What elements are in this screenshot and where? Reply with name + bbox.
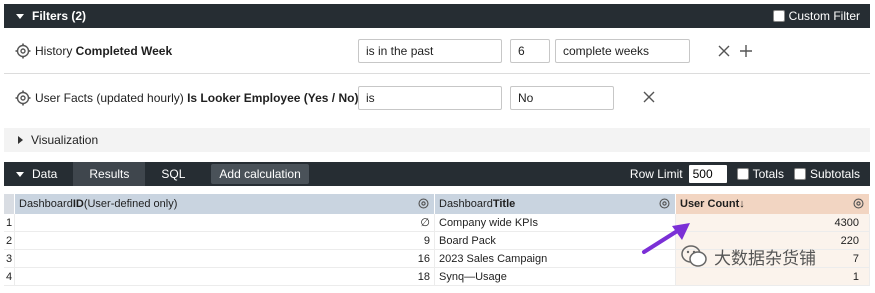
subtotals-toggle[interactable]: Subtotals <box>793 167 860 181</box>
close-icon[interactable] <box>717 44 731 58</box>
gear-icon[interactable] <box>417 197 430 210</box>
filters-header[interactable]: Filters (2) Custom Filter <box>4 4 870 28</box>
column-header-dashboard-title[interactable]: Dashboard Title <box>435 194 676 214</box>
row-limit-input[interactable]: 500 <box>688 165 727 183</box>
gear-icon[interactable] <box>15 90 31 106</box>
row-index: 4 <box>4 268 15 286</box>
data-title[interactable]: Data <box>32 167 57 181</box>
subtotals-label: Subtotals <box>809 167 860 181</box>
unit-select[interactable]: complete weeks <box>555 38 690 63</box>
custom-filter-checkbox[interactable] <box>772 10 785 22</box>
row-index: 3 <box>4 250 15 268</box>
gear-icon[interactable] <box>658 197 671 210</box>
table-row: 1 ∅ Company wide KPIs 4300 <box>4 214 870 232</box>
close-icon[interactable] <box>642 90 656 104</box>
value-input[interactable]: 6 <box>510 38 550 63</box>
operator-select[interactable]: is <box>358 85 502 110</box>
value-select[interactable]: No <box>510 85 614 110</box>
chat-bubble-icon <box>681 245 707 267</box>
filter-row-completed-week: History Completed Week is in the past 6 … <box>4 28 870 74</box>
cell-dashboard-id[interactable]: ∅ <box>15 214 435 232</box>
column-header-dashboard-id[interactable]: Dashboard ID (User-defined only) <box>15 194 435 214</box>
filter-label: History Completed Week <box>35 43 173 58</box>
subtotals-checkbox[interactable] <box>793 168 806 180</box>
operator-select[interactable]: is in the past <box>358 38 502 63</box>
visualization-label: Visualization <box>31 133 99 147</box>
watermark-text: 大数据杂货铺 <box>714 248 816 268</box>
row-limit-group: Row Limit 500 <box>630 165 727 183</box>
tab-results[interactable]: Results <box>73 162 146 186</box>
data-header: Data Results SQL Add calculation Row Lim… <box>4 162 870 186</box>
results-table: Dashboard ID (User-defined only) Dashboa… <box>4 194 870 286</box>
caret-right-icon[interactable] <box>18 136 23 144</box>
add-calculation-button[interactable]: Add calculation <box>211 164 309 184</box>
watermark: 大数据杂货铺 <box>680 243 816 269</box>
table-header: Dashboard ID (User-defined only) Dashboa… <box>4 194 870 214</box>
row-index: 1 <box>4 214 15 232</box>
row-index: 2 <box>4 232 15 250</box>
plus-icon[interactable] <box>739 44 753 58</box>
gear-icon[interactable] <box>15 43 31 59</box>
custom-filter-label: Custom Filter <box>788 9 860 23</box>
gear-icon[interactable] <box>852 197 865 210</box>
cell-dashboard-id[interactable]: 18 <box>15 268 435 286</box>
tab-sql[interactable]: SQL <box>145 162 201 186</box>
row-index-header <box>4 194 15 214</box>
column-header-user-count[interactable]: User Count ↓ <box>676 194 870 214</box>
totals-toggle[interactable]: Totals <box>736 167 784 181</box>
visualization-header[interactable]: Visualization <box>4 128 870 152</box>
totals-label: Totals <box>752 167 784 181</box>
caret-down-icon[interactable] <box>16 171 24 177</box>
cell-user-count[interactable]: 1 <box>676 268 870 286</box>
filter-label: User Facts (updated hourly) Is Looker Em… <box>35 90 359 105</box>
table-row: 4 18 Synq—Usage 1 <box>4 268 870 286</box>
filters-title: Filters (2) <box>32 9 87 23</box>
row-limit-label: Row Limit <box>629 167 683 181</box>
totals-checkbox[interactable] <box>736 168 749 180</box>
cell-user-count[interactable]: 4300 <box>676 214 870 232</box>
cell-dashboard-id[interactable]: 16 <box>15 250 435 268</box>
cell-dashboard-title[interactable]: Synq—Usage <box>435 268 676 286</box>
custom-filter-toggle[interactable]: Custom Filter <box>772 9 860 23</box>
cell-dashboard-id[interactable]: 9 <box>15 232 435 250</box>
filter-row-is-looker-employee: User Facts (updated hourly) Is Looker Em… <box>4 74 870 121</box>
caret-down-icon[interactable] <box>16 13 24 19</box>
